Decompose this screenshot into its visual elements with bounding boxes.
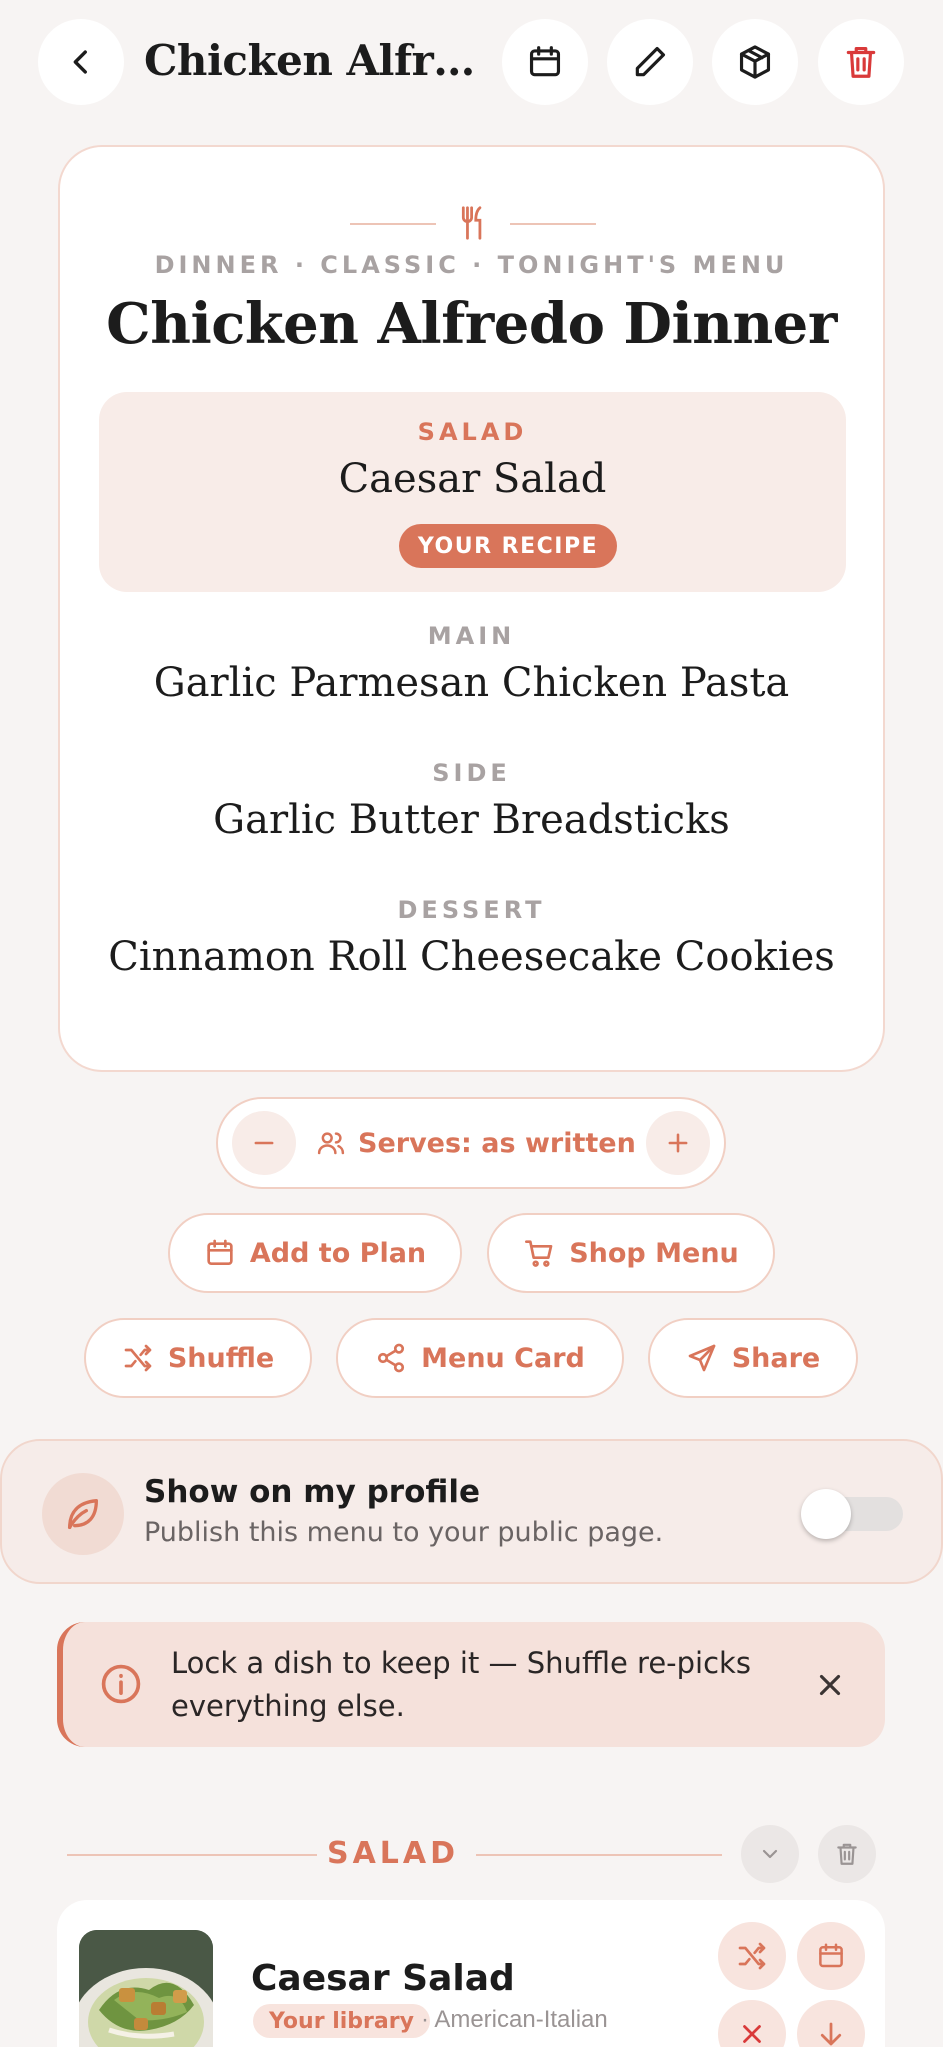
course-main[interactable]: MAIN Garlic Parmesan Chicken Pasta xyxy=(60,622,883,732)
profile-subtitle: Publish this menu to your public page. xyxy=(144,1517,664,1548)
serves-text: Serves: as written xyxy=(358,1127,636,1159)
course-label: SIDE xyxy=(432,759,511,787)
shop-menu-label: Shop Menu xyxy=(569,1237,739,1269)
menu-card-label: Menu Card xyxy=(421,1342,585,1374)
chevron-down-icon xyxy=(762,1849,778,1859)
calendar-icon xyxy=(207,1239,233,1265)
menu-eyebrow: DINNER · CLASSIC · TONIGHT'S MENU xyxy=(154,251,789,279)
leaf-icon xyxy=(68,1499,99,1529)
divider xyxy=(350,223,436,225)
tip-text: Lock a dish to keep it — Shuffle re-pick… xyxy=(171,1646,751,1723)
edit-button[interactable] xyxy=(607,19,693,105)
users-icon xyxy=(317,1132,345,1155)
info-icon xyxy=(101,1664,141,1704)
profile-title: Show on my profile xyxy=(144,1474,480,1510)
page-title: Chicken Alfred... xyxy=(144,36,484,85)
collapse-section-button[interactable] xyxy=(741,1825,799,1883)
back-chevron-icon xyxy=(73,50,87,74)
delete-section-button[interactable] xyxy=(818,1825,876,1883)
arrow-down-icon xyxy=(820,2022,842,2046)
menu-title: Chicken Alfredo Dinner xyxy=(106,291,837,357)
tip-banner: Lock a dish to keep it — Shuffle re-pick… xyxy=(57,1622,885,1747)
show-on-profile-toggle[interactable] xyxy=(801,1489,903,1539)
share-button[interactable]: Share xyxy=(648,1318,858,1398)
shuffle-label: Shuffle xyxy=(167,1342,275,1374)
section-label: SALAD xyxy=(326,1836,460,1871)
close-icon xyxy=(743,2025,761,2043)
profile-visibility-card: Show on my profile Publish this menu to … xyxy=(0,1439,943,1584)
serves-stepper: Serves: as written xyxy=(216,1097,726,1189)
course-name: Caesar Salad xyxy=(338,456,607,502)
recipe-cuisine: · American-Italian xyxy=(421,2006,608,2033)
course-salad[interactable]: SALAD Caesar Salad YOUR RECIPE xyxy=(99,392,846,592)
leaf-badge xyxy=(42,1473,124,1555)
shop-menu-button[interactable]: Shop Menu xyxy=(487,1213,775,1293)
move-down-button[interactable] xyxy=(797,2000,865,2047)
divider xyxy=(510,223,596,225)
course-name: Garlic Parmesan Chicken Pasta xyxy=(153,660,790,706)
course-name: Cinnamon Roll Cheesecake Cookies xyxy=(108,934,835,980)
send-icon xyxy=(688,1344,716,1372)
trash-icon xyxy=(846,46,876,78)
close-icon[interactable] xyxy=(813,1668,847,1702)
back-button[interactable] xyxy=(38,19,124,105)
shuffle-icon xyxy=(738,1942,766,1970)
shuffle-icon xyxy=(124,1344,152,1372)
minus-icon xyxy=(254,1141,274,1145)
course-name: Garlic Butter Breadsticks xyxy=(213,797,730,843)
pencil-icon xyxy=(635,46,666,77)
calendar-icon xyxy=(819,1943,843,1968)
increase-serves-button[interactable] xyxy=(646,1111,710,1175)
library-badge: Your library xyxy=(253,2004,430,2038)
section-divider xyxy=(67,1854,317,1856)
decrease-serves-button[interactable] xyxy=(232,1111,296,1175)
recipe-name: Caesar Salad xyxy=(251,1958,515,1999)
shuffle-button[interactable]: Shuffle xyxy=(84,1318,312,1398)
cart-icon xyxy=(525,1240,553,1267)
plus-icon xyxy=(668,1133,688,1153)
menu-card-button[interactable]: Menu Card xyxy=(336,1318,624,1398)
add-to-plan-label: Add to Plan xyxy=(249,1237,427,1269)
course-label: MAIN xyxy=(427,622,516,650)
toggle-knob xyxy=(801,1489,851,1539)
box-icon xyxy=(739,45,771,79)
trash-icon xyxy=(837,1843,857,1865)
menu-card: DINNER · CLASSIC · TONIGHT'S MENU Chicke… xyxy=(58,145,885,1072)
utensils-icon xyxy=(461,206,482,240)
header: Chicken Alfred... xyxy=(0,0,943,126)
calendar-icon xyxy=(529,46,561,77)
box-button[interactable] xyxy=(712,19,798,105)
course-label: DESSERT xyxy=(397,896,546,924)
add-to-plan-button[interactable]: Add to Plan xyxy=(168,1213,462,1293)
recipe-thumbnail xyxy=(79,1930,213,2047)
shuffle-dish-button[interactable] xyxy=(718,1922,786,1990)
your-recipe-badge: YOUR RECIPE xyxy=(399,524,617,568)
recipe-card[interactable]: Caesar Salad Your library · American-Ita… xyxy=(57,1900,885,2047)
serves-label-wrap: Serves: as written xyxy=(316,1099,636,1187)
schedule-dish-button[interactable] xyxy=(797,1922,865,1990)
share-nodes-icon xyxy=(378,1343,405,1373)
delete-button[interactable] xyxy=(818,19,904,105)
schedule-button[interactable] xyxy=(502,19,588,105)
course-side[interactable]: SIDE Garlic Butter Breadsticks xyxy=(60,759,883,869)
remove-dish-button[interactable] xyxy=(718,2000,786,2047)
section-divider xyxy=(476,1854,722,1856)
course-dessert[interactable]: DESSERT Cinnamon Roll Cheesecake Cookies xyxy=(60,896,883,1006)
share-label: Share xyxy=(731,1342,821,1374)
course-label: SALAD xyxy=(417,418,528,446)
